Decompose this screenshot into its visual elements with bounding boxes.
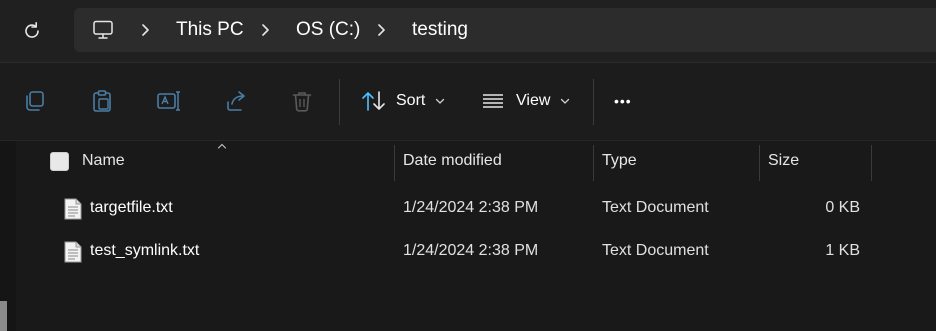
more-options-button[interactable]: ••• (614, 83, 632, 119)
column-divider[interactable] (759, 145, 760, 181)
sort-icon (362, 91, 385, 111)
file-row-test-symlink[interactable]: test_symlink.txt 1/24/2024 2:38 PM Text … (16, 231, 936, 271)
file-name: targetfile.txt (90, 199, 173, 216)
breadcrumb-os-c[interactable]: OS (C:) (296, 8, 360, 52)
chevron-down-icon (436, 98, 445, 104)
toolbar-separator (593, 79, 594, 125)
rename-icon (157, 91, 180, 111)
select-all-checkbox[interactable] (50, 152, 69, 171)
toolbar-separator (339, 79, 340, 125)
file-size: 1 KB (825, 242, 860, 259)
copy-icon (26, 91, 44, 111)
sort-button[interactable]: Sort (361, 83, 445, 119)
text-file-icon (64, 198, 82, 220)
file-list: Name Date modified Type Size targetfile.… (0, 140, 936, 331)
refresh-button[interactable] (14, 14, 50, 48)
rename-button[interactable] (155, 87, 183, 115)
column-header-name[interactable]: Name (82, 141, 125, 181)
file-type: Text Document (602, 199, 709, 216)
view-button[interactable]: View (482, 83, 570, 119)
paste-button[interactable] (88, 87, 116, 115)
column-divider[interactable] (593, 145, 594, 181)
refresh-icon (25, 22, 39, 38)
view-label: View (516, 92, 551, 109)
scrollbar-thumb[interactable] (0, 301, 7, 331)
file-size: 0 KB (825, 199, 860, 216)
breadcrumb-testing[interactable]: testing (412, 8, 468, 52)
file-row-targetfile[interactable]: targetfile.txt 1/24/2024 2:38 PM Text Do… (16, 188, 936, 228)
delete-icon (292, 92, 312, 112)
command-bar: Sort View ••• (0, 62, 936, 141)
chevron-right-icon (378, 24, 385, 36)
delete-button[interactable] (288, 87, 316, 115)
text-file-icon (64, 241, 82, 263)
sort-ascending-icon (217, 143, 227, 149)
view-icon (483, 94, 503, 108)
column-divider[interactable] (871, 145, 872, 181)
breadcrumb-this-pc[interactable]: This PC (176, 8, 244, 52)
computer-icon (93, 20, 113, 39)
more-options-icon: ••• (614, 93, 632, 109)
chevron-down-icon (561, 98, 570, 104)
column-header-size[interactable]: Size (768, 141, 799, 181)
address-bar[interactable]: This PC OS (C:) testing (74, 8, 936, 52)
share-icon (227, 91, 245, 111)
file-date-modified: 1/24/2024 2:38 PM (403, 199, 539, 216)
copy-button[interactable] (21, 87, 49, 115)
sort-label: Sort (396, 92, 426, 109)
share-button[interactable] (222, 87, 250, 115)
column-divider[interactable] (394, 145, 395, 181)
chevron-right-icon (262, 24, 269, 36)
paste-icon (93, 90, 111, 112)
column-header-date-modified[interactable]: Date modified (403, 141, 502, 181)
column-header-row: Name Date modified Type Size (16, 141, 936, 181)
file-date-modified: 1/24/2024 2:38 PM (403, 242, 539, 259)
file-name: test_symlink.txt (90, 242, 200, 259)
address-row: This PC OS (C:) testing (0, 0, 936, 62)
chevron-right-icon (142, 24, 149, 36)
column-header-type[interactable]: Type (602, 141, 637, 181)
file-type: Text Document (602, 242, 709, 259)
